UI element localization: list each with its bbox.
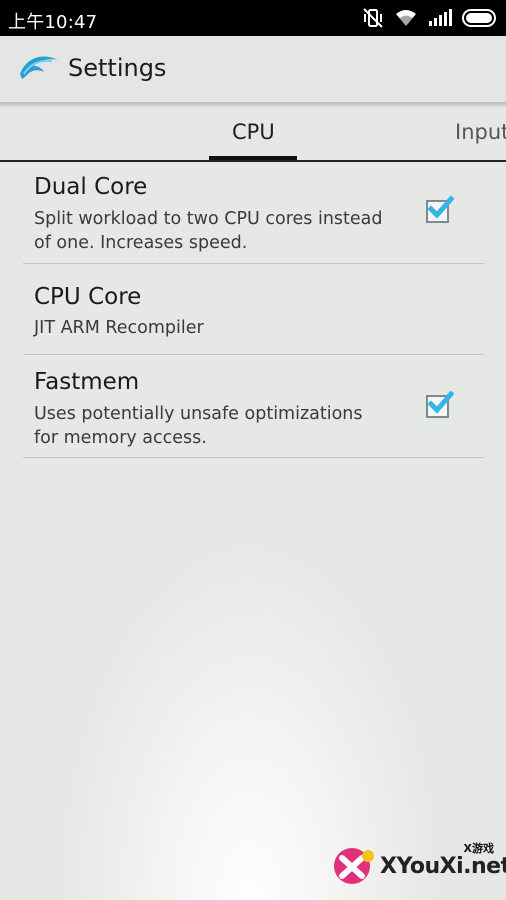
status-bar: 上午10:47 [0,0,506,36]
settings-list: Dual Core Split workload to two CPU core… [23,162,484,458]
setting-summary: JIT ARM Recompiler [34,318,204,338]
wifi-icon [396,10,416,26]
setting-title: Dual Core [34,174,148,200]
dual-core-checkbox[interactable] [426,195,454,223]
status-icons [362,6,498,30]
checkmark-icon [427,390,454,414]
fastmem-checkbox[interactable] [426,390,454,418]
tab-cpu[interactable]: CPU [232,120,275,144]
setting-summary-line: Split workload to two CPU cores instead [34,209,383,229]
setting-dual-core[interactable]: Dual Core Split workload to two CPU core… [23,162,484,264]
action-bar: Settings [0,36,506,108]
setting-title: CPU Core [34,284,142,310]
tab-bar: CPU Input [0,112,506,162]
watermark: X游戏 XYouXi.net [328,840,506,890]
battery-icon [462,9,496,27]
action-bar-shadow [0,102,506,108]
tab-input[interactable]: Input [455,120,506,144]
watermark-text: XYouXi.net [380,854,506,879]
checkmark-icon [427,195,454,219]
signal-icon [429,9,452,26]
vibrate-silent-icon [363,8,383,28]
setting-fastmem[interactable]: Fastmem Uses potentially unsafe optimiza… [23,355,484,458]
setting-cpu-core[interactable]: CPU Core JIT ARM Recompiler [23,264,484,355]
status-time: 上午10:47 [8,12,98,33]
setting-summary-line: for memory access. [34,428,207,448]
setting-summary-line: of one. Increases speed. [34,233,248,253]
page-title: Settings [68,54,167,82]
setting-summary-line: Uses potentially unsafe optimizations [34,404,363,424]
tab-selected-indicator [209,156,297,160]
dolphin-logo-icon[interactable] [18,52,60,82]
watermark-logo-icon [334,848,374,884]
setting-title: Fastmem [34,369,140,395]
